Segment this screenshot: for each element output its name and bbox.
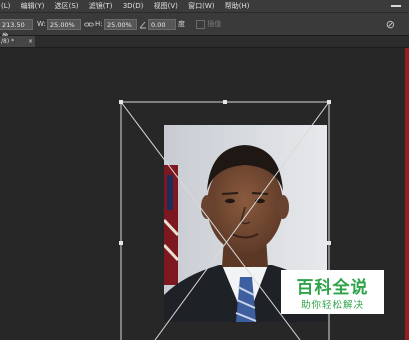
transform-handle-middle-left[interactable] — [119, 241, 123, 245]
transform-handle-top-middle[interactable] — [223, 100, 227, 104]
watermark-subtitle: 助你轻松解决 — [300, 300, 364, 311]
watermark-logo: 百科全说 助你轻松解决 — [281, 270, 384, 314]
transform-handle-top-right[interactable] — [327, 100, 331, 104]
transform-handle-top-left[interactable] — [119, 100, 123, 104]
transform-handle-middle-right[interactable] — [327, 241, 331, 245]
watermark-title: 百科全说 — [296, 278, 369, 298]
